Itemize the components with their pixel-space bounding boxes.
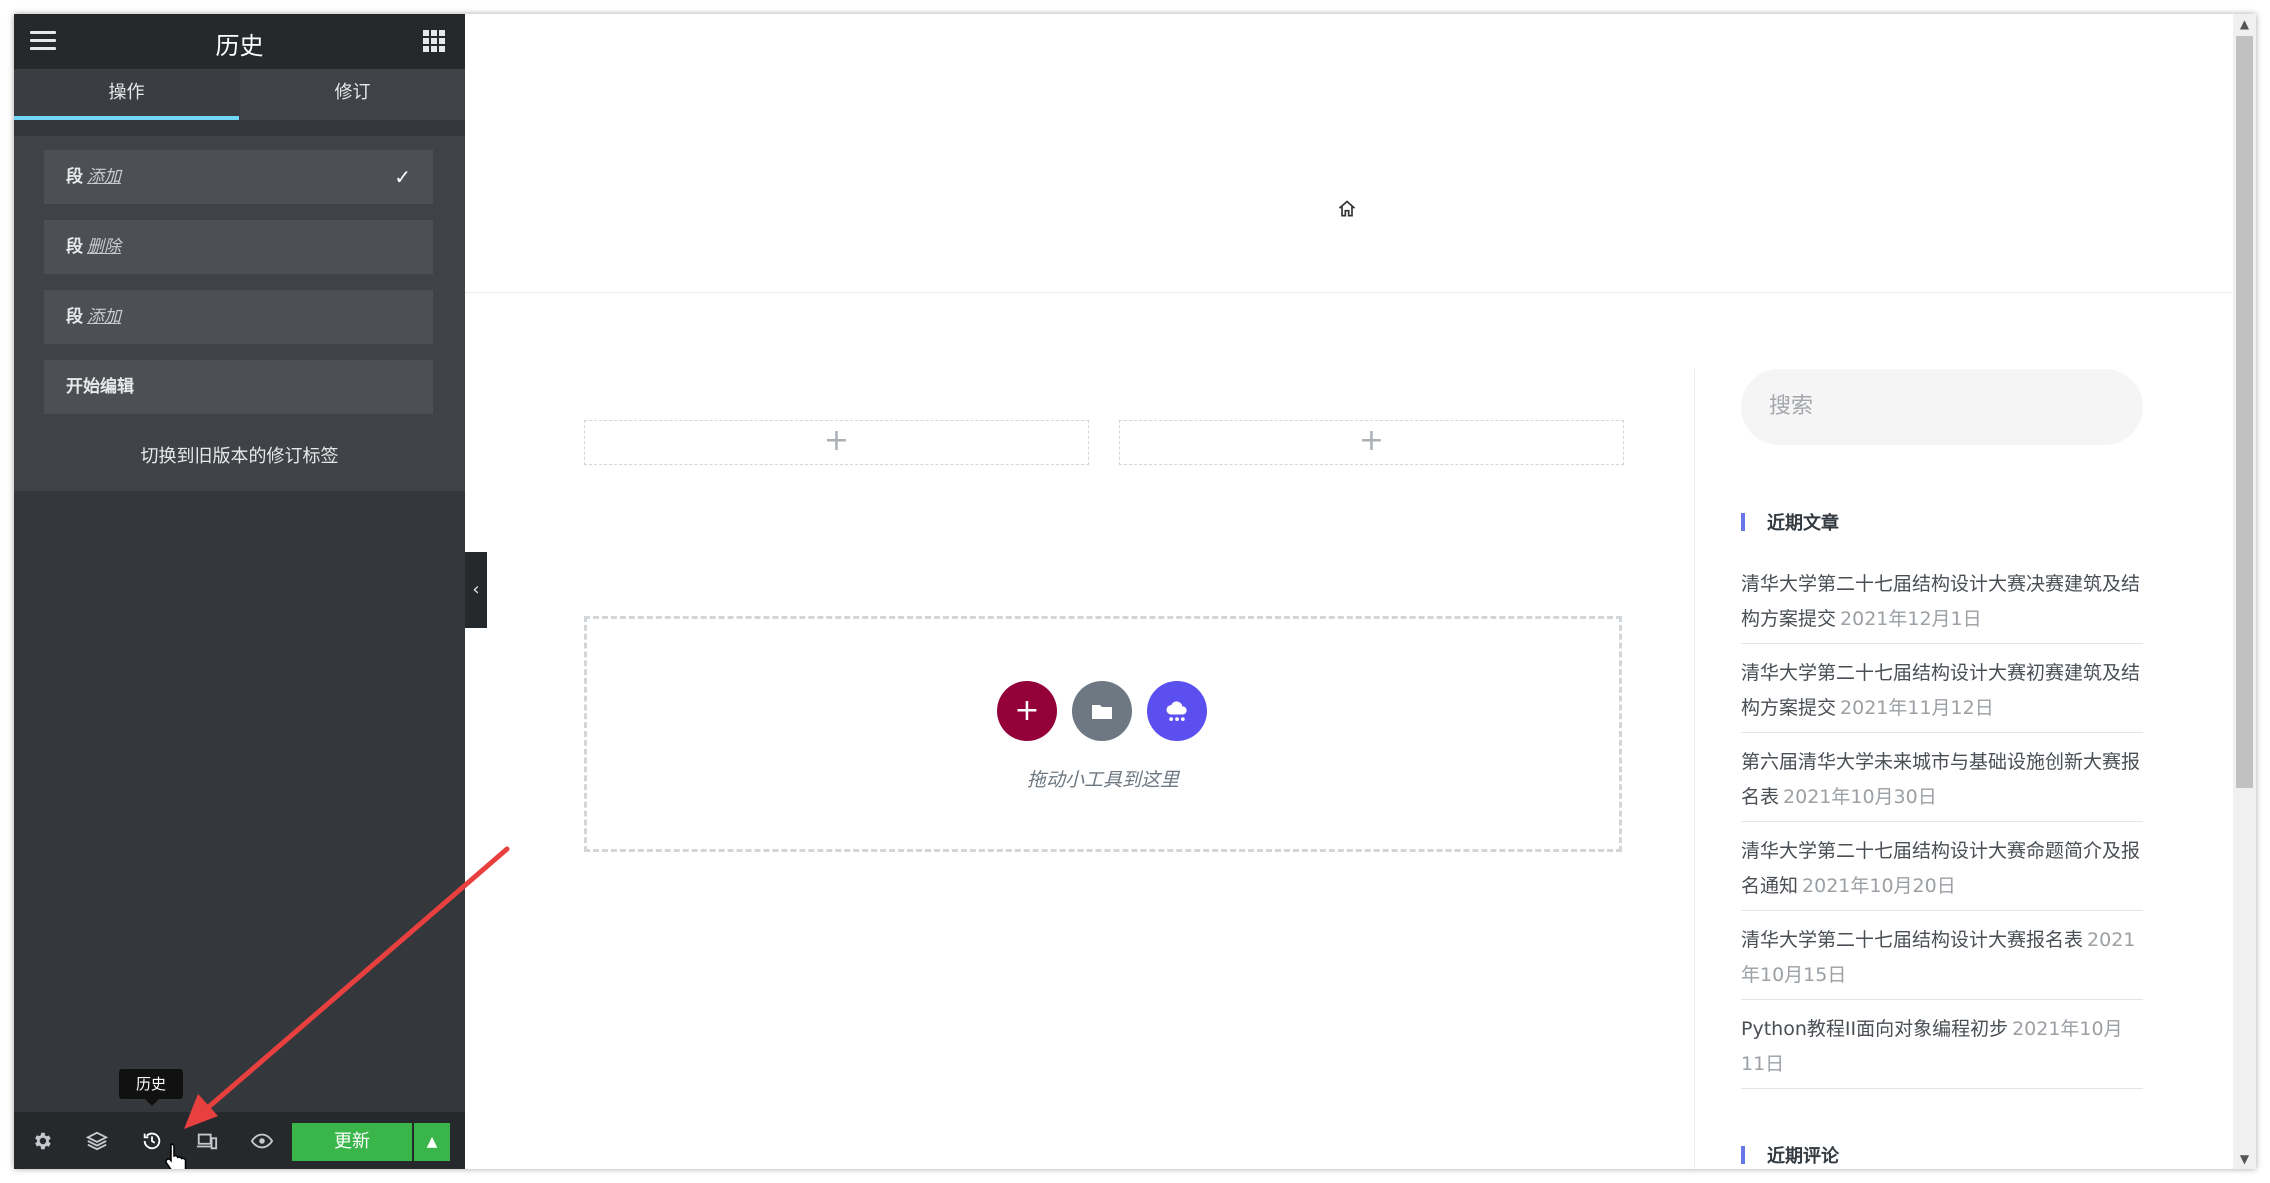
editor-sidebar: 历史 操作 修订 段添加 ✓ 段删除 段添加 开始编辑 切换到旧版本的修订标签 … <box>14 14 465 1169</box>
scroll-up-icon[interactable]: ▲ <box>2233 14 2256 34</box>
list-item[interactable]: 清华大学第二十七届结构设计大赛命题简介及报名通知 2021年10月20日 <box>1741 834 2143 911</box>
post-date: 2021年10月20日 <box>1802 875 1956 897</box>
empty-column-add[interactable]: + <box>584 420 1089 465</box>
post-date: 2021年11月12日 <box>1840 697 1994 719</box>
empty-column-add[interactable]: + <box>1119 420 1624 465</box>
list-item[interactable]: Python教程II面向对象编程初步 2021年10月11日 <box>1741 1012 2143 1089</box>
dropzone-hint: 拖动小工具到这里 <box>1026 769 1179 791</box>
sidebar-footer: 更新 ▲ <box>14 1112 465 1169</box>
post-date: 2021年10月30日 <box>1783 786 1937 808</box>
navigator-layers-icon[interactable] <box>73 1112 121 1169</box>
post-title[interactable]: 清华大学第二十七届结构设计大赛报名表 <box>1741 929 2083 951</box>
history-item-element: 段 <box>66 237 83 257</box>
recent-posts-title: 近期文章 <box>1741 509 1839 535</box>
tab-actions[interactable]: 操作 <box>14 69 239 120</box>
add-template-folder-icon[interactable] <box>1072 681 1132 741</box>
scroll-thumb[interactable] <box>2236 36 2253 788</box>
check-icon: ✓ <box>394 165 411 189</box>
history-item[interactable]: 段删除 <box>44 220 433 274</box>
home-icon[interactable] <box>1337 199 1357 219</box>
responsive-mode-icon[interactable] <box>183 1112 231 1169</box>
editor-window: 历史 操作 修订 段添加 ✓ 段删除 段添加 开始编辑 切换到旧版本的修订标签 … <box>14 14 2256 1169</box>
history-item-action: 添加 <box>87 307 121 327</box>
post-date: 2021年12月1日 <box>1840 608 1982 630</box>
history-tooltip: 历史 <box>119 1069 183 1106</box>
list-item[interactable]: 清华大学第二十七届结构设计大赛报名表 2021年10月15日 <box>1741 923 2143 1000</box>
hand-cursor-icon <box>165 1143 187 1169</box>
history-item-element: 段 <box>66 167 83 187</box>
preview-eye-icon[interactable] <box>238 1112 286 1169</box>
history-list: 段添加 ✓ 段删除 段添加 开始编辑 切换到旧版本的修订标签 <box>14 136 465 491</box>
cloud-library-icon[interactable] <box>1147 681 1207 741</box>
widgets-grid-icon[interactable] <box>423 30 445 52</box>
history-item-element: 开始编辑 <box>66 377 134 397</box>
add-section-dropzone: + 拖动小工具到这里 <box>584 616 1622 852</box>
scroll-down-icon[interactable]: ▼ <box>2233 1149 2256 1169</box>
panel-title: 历史 <box>215 32 264 60</box>
settings-icon[interactable] <box>18 1112 66 1169</box>
list-item[interactable]: 清华大学第二十七届结构设计大赛初赛建筑及结构方案提交 2021年11月12日 <box>1741 656 2143 733</box>
tab-revisions[interactable]: 修订 <box>240 69 465 120</box>
history-tabs: 操作 修订 <box>14 69 465 120</box>
history-item[interactable]: 段添加 <box>44 290 433 344</box>
update-button[interactable]: 更新 <box>292 1123 412 1161</box>
sidebar-header: 历史 <box>14 14 465 69</box>
revisions-switch-link[interactable]: 切换到旧版本的修订标签 <box>14 442 465 468</box>
update-options-caret-icon[interactable]: ▲ <box>414 1123 450 1161</box>
list-item[interactable]: 清华大学第二十七届结构设计大赛决赛建筑及结构方案提交 2021年12月1日 <box>1741 567 2143 644</box>
page-scrollbar[interactable]: ▲ ▼ <box>2233 14 2256 1169</box>
page-header-section <box>465 14 2235 293</box>
history-item[interactable]: 段添加 ✓ <box>44 150 433 204</box>
search-input[interactable]: 搜索 <box>1741 369 2143 445</box>
collapse-panel-icon[interactable]: ‹ <box>465 552 487 628</box>
post-title[interactable]: Python教程II面向对象编程初步 <box>1741 1018 2008 1040</box>
history-item-element: 段 <box>66 307 83 327</box>
recent-comments-title: 近期评论 <box>1741 1142 1839 1168</box>
history-item-action: 删除 <box>87 237 121 257</box>
history-item[interactable]: 开始编辑 <box>44 360 433 414</box>
add-section-plus-icon[interactable]: + <box>997 681 1057 741</box>
sidebar-widgets: 搜索 近期文章 清华大学第二十七届结构设计大赛决赛建筑及结构方案提交 2021年1… <box>1694 369 2155 1169</box>
list-item[interactable]: 第六届清华大学未来城市与基础设施创新大赛报名表 2021年10月30日 <box>1741 745 2143 822</box>
history-item-action: 添加 <box>87 167 121 187</box>
